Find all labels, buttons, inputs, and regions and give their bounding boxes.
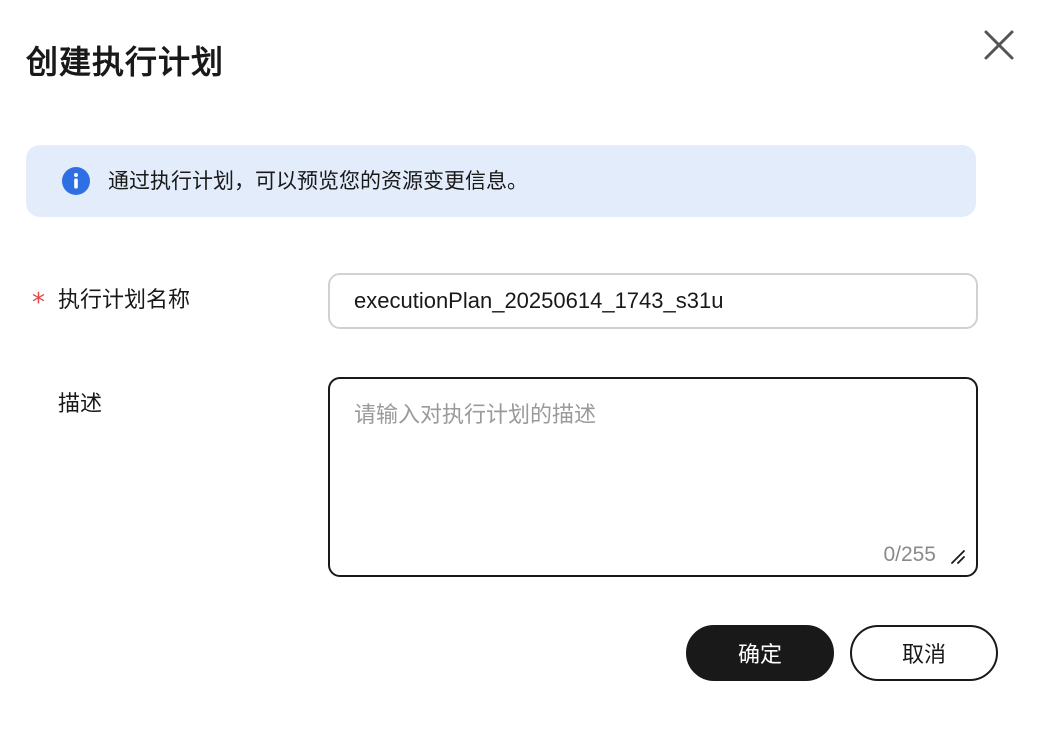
plan-name-input[interactable] xyxy=(328,273,978,329)
info-icon xyxy=(62,167,90,195)
resize-handle-icon[interactable] xyxy=(950,549,966,565)
description-field: 0/255 xyxy=(328,377,978,577)
close-button[interactable] xyxy=(978,26,1018,66)
character-counter: 0/255 xyxy=(883,543,936,566)
description-label: 描述 xyxy=(58,392,103,417)
alert-text: 通过执行计划，可以预览您的资源变更信息。 xyxy=(108,169,528,193)
create-execution-plan-dialog: 创建执行计划 通过执行计划，可以预览您的资源变更信息。 * 执行计划名称 描述 … xyxy=(0,0,1038,734)
info-alert: 通过执行计划，可以预览您的资源变更信息。 xyxy=(26,145,976,217)
cancel-button[interactable]: 取消 xyxy=(850,625,998,681)
description-textarea[interactable] xyxy=(330,379,976,575)
close-icon xyxy=(984,30,1014,60)
required-mark: * xyxy=(32,288,45,318)
plan-name-label: 执行计划名称 xyxy=(58,288,191,313)
confirm-button[interactable]: 确定 xyxy=(686,625,834,681)
dialog-title: 创建执行计划 xyxy=(26,43,225,81)
